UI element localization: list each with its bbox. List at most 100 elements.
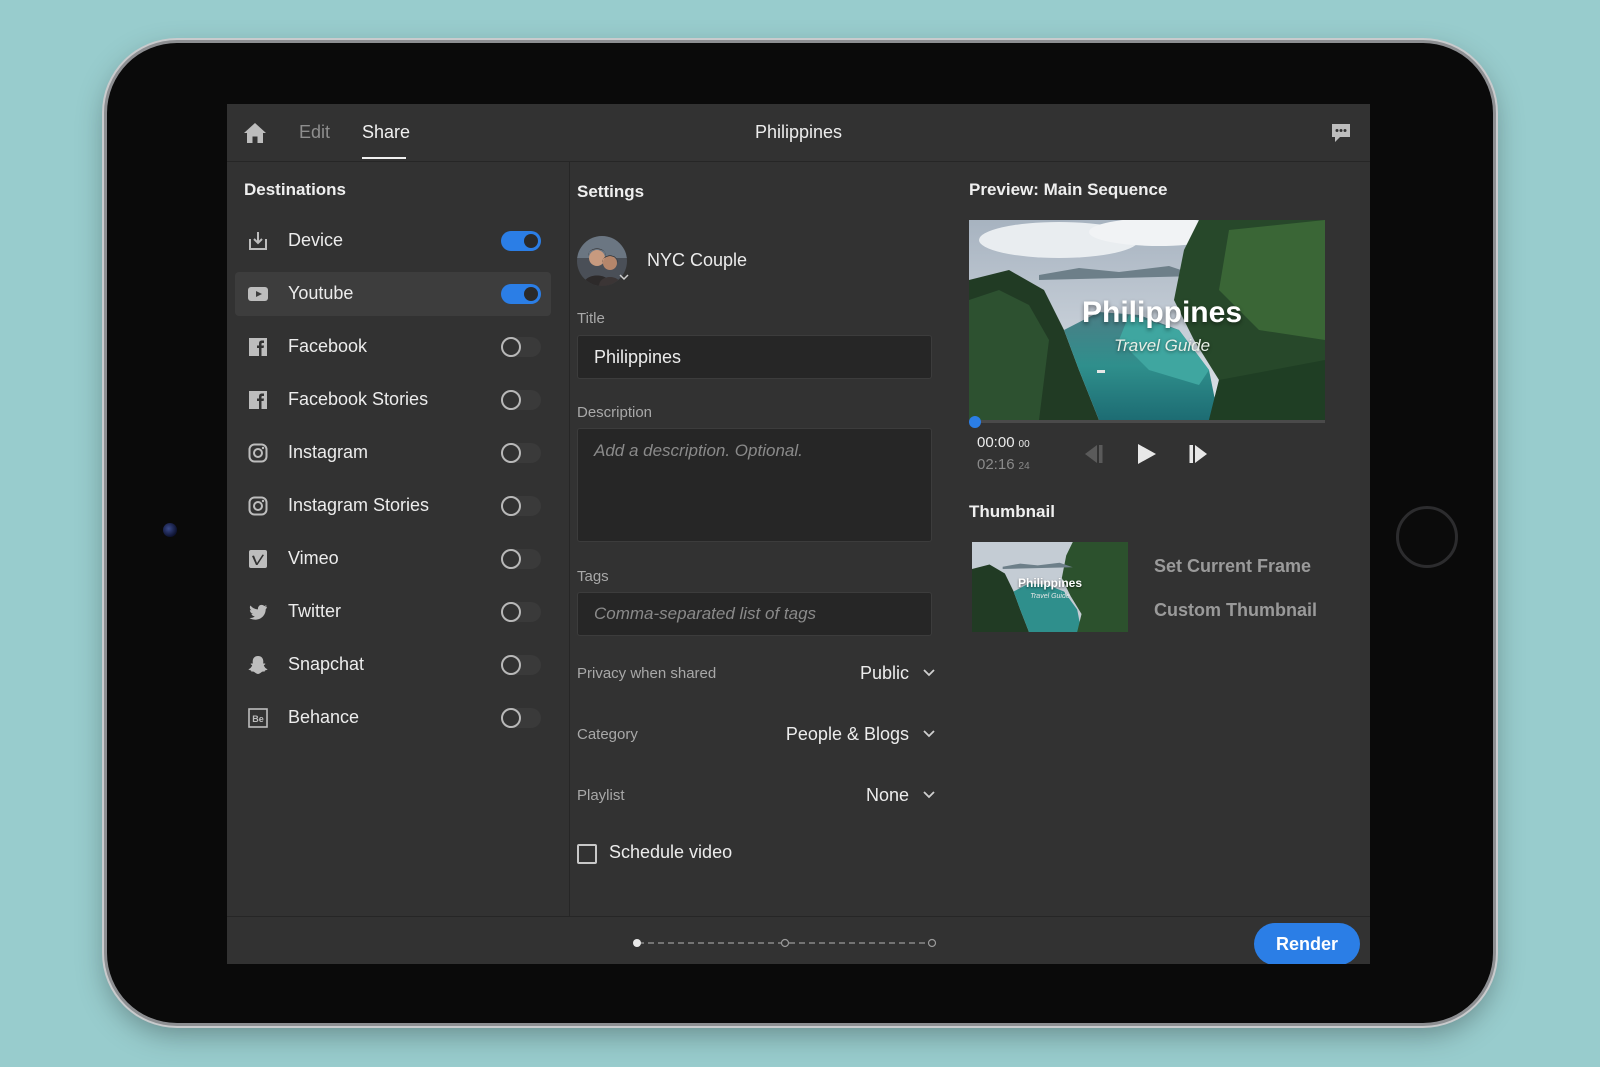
- privacy-select[interactable]: Privacy when shared Public: [577, 661, 937, 689]
- thumbnail-heading: Thumbnail: [969, 502, 1055, 521]
- settings-heading: Settings: [577, 182, 645, 201]
- destination-snapchat[interactable]: Snapchat: [235, 643, 551, 687]
- destination-label: Instagram Stories: [288, 495, 430, 515]
- step-progress-indicator: [633, 938, 937, 948]
- settings-panel: Settings NYC Couple Title Philippines De…: [577, 162, 937, 912]
- app-screen: Edit Share Philippines Destinations Devi…: [227, 104, 1370, 964]
- vimeo-icon: [249, 550, 267, 568]
- thumbnail-subtitle: Travel Guide: [1030, 593, 1070, 600]
- video-title-overlay: Philippines: [1081, 296, 1243, 329]
- title-label: Title: [577, 310, 605, 327]
- twitter-toggle[interactable]: [501, 602, 541, 622]
- project-title: Philippines: [754, 122, 843, 142]
- custom-thumbnail-button[interactable]: Custom Thumbnail: [1154, 600, 1317, 621]
- download-icon: [249, 232, 267, 250]
- facebook-icon: [249, 391, 267, 409]
- preview-heading: Preview: Main Sequence: [969, 180, 1168, 199]
- playlist-label: Playlist: [577, 787, 625, 804]
- destination-device[interactable]: Device: [235, 219, 551, 263]
- home-hardware-button[interactable]: [1396, 506, 1458, 568]
- thumbnail-image[interactable]: Philippines Travel Guide: [972, 542, 1128, 632]
- play-icon[interactable]: [1133, 442, 1159, 466]
- facebook-toggle[interactable]: [501, 337, 541, 357]
- svg-text:Be: Be: [252, 714, 264, 724]
- schedule-video-label: Schedule video: [609, 842, 733, 862]
- vimeo-toggle[interactable]: [501, 549, 541, 569]
- device-toggle[interactable]: [501, 231, 541, 251]
- category-label: Category: [577, 726, 638, 743]
- snapchat-icon: [248, 656, 268, 674]
- instagram-icon: [248, 496, 268, 516]
- destination-instagram-stories[interactable]: Instagram Stories: [235, 484, 551, 528]
- chevron-down-icon[interactable]: [619, 274, 629, 281]
- front-camera: [163, 523, 177, 537]
- step-dot-3: [927, 938, 937, 948]
- active-tab-indicator: [362, 157, 406, 159]
- destination-youtube[interactable]: Youtube: [235, 272, 551, 316]
- timecode-total: 02:16 24: [977, 456, 1030, 473]
- category-value: People & Blogs: [785, 724, 909, 744]
- destination-label: Behance: [288, 707, 360, 727]
- behance-icon: Be: [248, 708, 268, 728]
- bottom-bar: Render: [227, 916, 1370, 964]
- instagram-icon: [248, 443, 268, 463]
- twitter-icon: [249, 604, 267, 620]
- set-current-frame-button[interactable]: Set Current Frame: [1154, 556, 1311, 577]
- facebook-icon: [249, 338, 267, 356]
- step-back-icon[interactable]: [1079, 442, 1105, 466]
- destinations-heading: Destinations: [244, 180, 347, 199]
- timeline-scrubber[interactable]: [969, 420, 1325, 423]
- playhead-handle[interactable]: [969, 416, 981, 428]
- destination-label: Snapchat: [288, 654, 365, 674]
- destination-label: Instagram: [288, 442, 369, 462]
- top-bar: Edit Share Philippines: [227, 104, 1370, 162]
- destination-label: Facebook Stories: [288, 389, 429, 409]
- thumbnail-title: Philippines: [1017, 576, 1082, 590]
- video-preview[interactable]: Philippines Travel Guide: [969, 220, 1325, 420]
- snapchat-toggle[interactable]: [501, 655, 541, 675]
- tags-label: Tags: [577, 568, 609, 585]
- destination-label: Vimeo: [288, 548, 339, 568]
- destination-facebook[interactable]: Facebook: [235, 325, 551, 369]
- destination-behance[interactable]: Be Behance: [235, 696, 551, 740]
- youtube-icon: [248, 287, 268, 301]
- title-field[interactable]: Philippines: [577, 335, 932, 379]
- facebook-stories-toggle[interactable]: [501, 390, 541, 410]
- destination-facebook-stories[interactable]: Facebook Stories: [235, 378, 551, 422]
- comment-icon[interactable]: [1330, 122, 1352, 144]
- destination-label: Youtube: [288, 283, 354, 303]
- playlist-value: None: [865, 785, 909, 805]
- step-dot-1: [633, 939, 641, 947]
- account-name: NYC Couple: [647, 250, 748, 270]
- tags-field[interactable]: Comma-separated list of tags: [577, 592, 932, 636]
- instagram-stories-toggle[interactable]: [501, 496, 541, 516]
- destination-twitter[interactable]: Twitter: [235, 590, 551, 634]
- destination-label: Twitter: [288, 601, 342, 621]
- destination-label: Facebook: [288, 336, 368, 356]
- column-divider: [569, 162, 570, 916]
- timecode-current: 00:00 00: [977, 434, 1030, 451]
- youtube-toggle[interactable]: [501, 284, 541, 304]
- chevron-down-icon: [923, 791, 935, 799]
- step-forward-icon[interactable]: [1187, 442, 1213, 466]
- instagram-toggle[interactable]: [501, 443, 541, 463]
- render-button[interactable]: Render: [1254, 923, 1360, 964]
- schedule-video-checkbox[interactable]: [577, 844, 597, 864]
- timecode-total-frames: 24: [1018, 461, 1030, 472]
- privacy-label: Privacy when shared: [577, 665, 717, 682]
- title-value: Philippines: [594, 347, 682, 367]
- category-select[interactable]: Category People & Blogs: [577, 722, 937, 750]
- playlist-select[interactable]: Playlist None: [577, 783, 937, 811]
- destinations-list: Device Youtube Facebook Facebook Stories…: [235, 219, 551, 749]
- chevron-down-icon: [923, 730, 935, 738]
- description-label: Description: [577, 404, 653, 421]
- step-dot-2: [780, 938, 790, 948]
- behance-toggle[interactable]: [501, 708, 541, 728]
- description-field[interactable]: Add a description. Optional.: [577, 428, 932, 542]
- destination-instagram[interactable]: Instagram: [235, 431, 551, 475]
- destination-vimeo[interactable]: Vimeo: [235, 537, 551, 581]
- video-subtitle-overlay: Travel Guide: [1113, 336, 1211, 355]
- destination-label: Device: [288, 230, 344, 250]
- preview-panel: Preview: Main Sequence Philippines Trave…: [969, 162, 1329, 912]
- description-placeholder: Add a description. Optional.: [594, 441, 803, 460]
